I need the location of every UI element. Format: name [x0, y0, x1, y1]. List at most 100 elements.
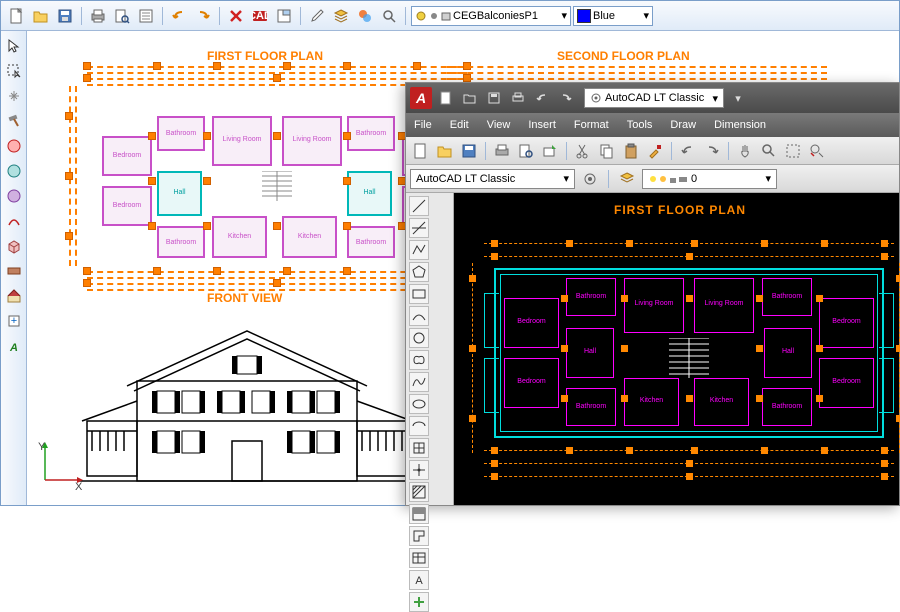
dimension-handle[interactable]	[273, 222, 281, 230]
insert-tool[interactable]: +	[3, 310, 25, 332]
plot-button[interactable]	[491, 140, 513, 162]
copy-button[interactable]	[596, 140, 618, 162]
dimension-handle[interactable]	[491, 240, 498, 247]
add-tool[interactable]	[409, 592, 429, 612]
menu-file[interactable]: File	[414, 119, 432, 131]
undo-button[interactable]	[168, 5, 190, 27]
gradient-tool[interactable]	[409, 504, 429, 524]
dimension-handle[interactable]	[621, 395, 628, 402]
dimension-handle[interactable]	[626, 240, 633, 247]
dimension-handle[interactable]	[561, 395, 568, 402]
help-button[interactable]: ▾	[728, 88, 748, 108]
redo-button[interactable]	[192, 5, 214, 27]
eyedropper-button[interactable]	[306, 5, 328, 27]
dimension-handle[interactable]	[469, 415, 476, 422]
rectangle-tool[interactable]	[409, 284, 429, 304]
dimension-handle[interactable]	[686, 473, 693, 480]
text-tool[interactable]: A	[3, 335, 25, 357]
house-tool[interactable]	[3, 285, 25, 307]
menu-tools[interactable]: Tools	[627, 119, 653, 131]
dimension-handle[interactable]	[756, 345, 763, 352]
pan-tool[interactable]	[3, 85, 25, 107]
workspace-selector[interactable]: AutoCAD LT Classic ▾	[584, 88, 724, 108]
redo-button[interactable]	[701, 140, 723, 162]
dimension-handle[interactable]	[491, 460, 498, 467]
dimension-handle[interactable]	[561, 295, 568, 302]
dimension-handle[interactable]	[686, 460, 693, 467]
dimension-handle[interactable]	[896, 415, 900, 422]
properties-button[interactable]	[135, 5, 157, 27]
dimension-handle[interactable]	[881, 447, 888, 454]
layer-selector[interactable]: CEGBalconiesP1 ▾	[411, 6, 571, 26]
dimension-handle[interactable]	[491, 473, 498, 480]
dimension-handle[interactable]	[691, 240, 698, 247]
materials-button[interactable]	[354, 5, 376, 27]
ellipse-tool[interactable]	[409, 394, 429, 414]
dimension-handle[interactable]	[686, 295, 693, 302]
dimension-handle[interactable]	[686, 395, 693, 402]
arc-tool[interactable]	[409, 306, 429, 326]
pline-tool[interactable]	[409, 240, 429, 260]
dimension-handle[interactable]	[273, 279, 281, 287]
dimension-handle[interactable]	[148, 177, 156, 185]
print-preview-button[interactable]	[111, 5, 133, 27]
undo-button[interactable]	[532, 88, 552, 108]
workspace-settings-button[interactable]	[579, 168, 601, 190]
dimension-handle[interactable]	[413, 62, 421, 70]
match-props-button[interactable]	[644, 140, 666, 162]
dimension-handle[interactable]	[816, 295, 823, 302]
select-window-tool[interactable]	[3, 60, 25, 82]
mtext-tool[interactable]: A	[409, 570, 429, 590]
cut-button[interactable]	[572, 140, 594, 162]
menu-draw[interactable]: Draw	[670, 119, 696, 131]
line-tool[interactable]	[409, 196, 429, 216]
spline-tool[interactable]	[409, 372, 429, 392]
table-tool[interactable]	[409, 548, 429, 568]
dimension-handle[interactable]	[213, 62, 221, 70]
dimension-handle[interactable]	[469, 345, 476, 352]
undo-button[interactable]	[677, 140, 699, 162]
menu-format[interactable]: Format	[574, 119, 609, 131]
dimension-handle[interactable]	[621, 345, 628, 352]
plot-preview-button[interactable]	[515, 140, 537, 162]
point-tool[interactable]	[409, 460, 429, 480]
hammer-tool[interactable]	[3, 110, 25, 132]
dimension-handle[interactable]	[203, 177, 211, 185]
dimension-handle[interactable]	[148, 132, 156, 140]
dimension-handle[interactable]	[561, 345, 568, 352]
dimension-handle[interactable]	[213, 267, 221, 275]
cad-export-button[interactable]: CAD	[249, 5, 271, 27]
circle-purple-tool[interactable]	[3, 185, 25, 207]
open-file-button[interactable]	[30, 5, 52, 27]
zoom-previous-button[interactable]	[806, 140, 828, 162]
dimension-handle[interactable]	[881, 473, 888, 480]
dimension-handle[interactable]	[65, 112, 73, 120]
dimension-handle[interactable]	[816, 345, 823, 352]
dimension-handle[interactable]	[821, 447, 828, 454]
menu-edit[interactable]: Edit	[450, 119, 469, 131]
open-button[interactable]	[434, 140, 456, 162]
dimension-handle[interactable]	[153, 62, 161, 70]
color-selector[interactable]: Blue ▾	[573, 6, 653, 26]
dimension-handle[interactable]	[343, 222, 351, 230]
zoom-window-button[interactable]	[782, 140, 804, 162]
dimension-handle[interactable]	[283, 62, 291, 70]
hatch-tool[interactable]	[409, 482, 429, 502]
dimension-handle[interactable]	[343, 177, 351, 185]
dimension-handle[interactable]	[761, 240, 768, 247]
dimension-handle[interactable]	[896, 275, 900, 282]
menu-view[interactable]: View	[487, 119, 511, 131]
pan-button[interactable]	[734, 140, 756, 162]
dimension-handle[interactable]	[896, 345, 900, 352]
pointer-tool[interactable]	[3, 35, 25, 57]
redo-button[interactable]	[556, 88, 576, 108]
workspace-combo[interactable]: AutoCAD LT Classic ▾	[410, 169, 575, 189]
save-button[interactable]	[54, 5, 76, 27]
circle-tool[interactable]	[409, 328, 429, 348]
dimension-handle[interactable]	[491, 253, 498, 260]
dimension-handle[interactable]	[491, 447, 498, 454]
dimension-handle[interactable]	[881, 253, 888, 260]
dimension-handle[interactable]	[343, 132, 351, 140]
menu-dimension[interactable]: Dimension	[714, 119, 766, 131]
region-tool[interactable]	[409, 526, 429, 546]
